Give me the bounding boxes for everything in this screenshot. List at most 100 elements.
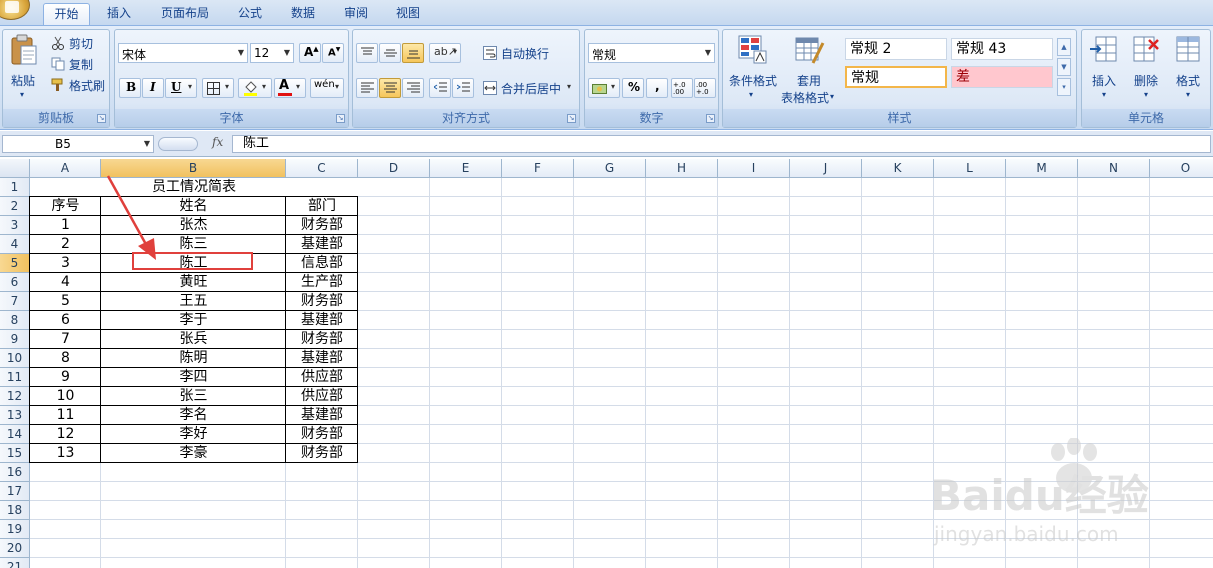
align-top-button[interactable] bbox=[356, 43, 378, 63]
row-header-20[interactable]: 20 bbox=[0, 539, 30, 558]
table-cell[interactable]: 陈明 bbox=[101, 349, 286, 368]
select-all-corner[interactable] bbox=[0, 159, 30, 178]
number-format-select[interactable]: 常规 ▼ bbox=[588, 43, 715, 63]
row-header-1[interactable]: 1 bbox=[0, 178, 30, 197]
table-cell[interactable]: 李四 bbox=[101, 368, 286, 387]
align-right-button[interactable] bbox=[402, 78, 424, 98]
column-header-o[interactable]: O bbox=[1150, 159, 1213, 177]
conditional-format-button[interactable]: 条件格式 ▾ bbox=[726, 32, 780, 106]
delete-cells-button[interactable]: 删除 ▾ bbox=[1128, 32, 1166, 106]
table-cell[interactable]: 11 bbox=[30, 406, 101, 425]
align-middle-button[interactable] bbox=[379, 43, 401, 63]
column-header-a[interactable]: A bbox=[30, 159, 101, 177]
row-header-4[interactable]: 4 bbox=[0, 235, 30, 254]
column-header-e[interactable]: E bbox=[430, 159, 502, 177]
format-cells-button[interactable]: 格式 ▾ bbox=[1170, 32, 1208, 106]
column-header-i[interactable]: I bbox=[718, 159, 790, 177]
table-cell[interactable]: 6 bbox=[30, 311, 101, 330]
table-cell[interactable]: 3 bbox=[30, 254, 101, 273]
insert-cells-button[interactable]: 插入 ▾ bbox=[1086, 32, 1124, 106]
column-header-f[interactable]: F bbox=[502, 159, 574, 177]
name-box[interactable]: B5 ▼ bbox=[2, 135, 154, 153]
table-cell[interactable]: 9 bbox=[30, 368, 101, 387]
wrap-text-button[interactable]: 自动换行 bbox=[481, 43, 571, 63]
italic-button[interactable]: I bbox=[142, 78, 164, 98]
table-cell[interactable]: 供应部 bbox=[286, 368, 358, 387]
row-header-3[interactable]: 3 bbox=[0, 216, 30, 235]
column-header-d[interactable]: D bbox=[358, 159, 430, 177]
table-header-cell[interactable]: 部门 bbox=[286, 197, 358, 216]
tab-data[interactable]: 数据 bbox=[280, 3, 326, 25]
column-header-g[interactable]: G bbox=[574, 159, 646, 177]
merge-center-button[interactable]: 合并后居中 ▾ bbox=[481, 78, 577, 98]
comma-style-button[interactable]: , bbox=[646, 78, 668, 98]
fill-color-button[interactable]: ▾ bbox=[238, 78, 272, 98]
table-cell[interactable]: 1 bbox=[30, 216, 101, 235]
table-cell[interactable]: 信息部 bbox=[286, 254, 358, 273]
table-cell[interactable]: 李豪 bbox=[101, 444, 286, 463]
align-bottom-button[interactable] bbox=[402, 43, 424, 63]
phonetic-button[interactable]: wén ▾ bbox=[310, 78, 344, 98]
column-header-c[interactable]: C bbox=[286, 159, 358, 177]
table-cell[interactable]: 5 bbox=[30, 292, 101, 311]
table-cell[interactable]: 王五 bbox=[101, 292, 286, 311]
format-painter-button[interactable]: 格式刷 bbox=[49, 76, 109, 94]
row-header-9[interactable]: 9 bbox=[0, 330, 30, 349]
row-header-11[interactable]: 11 bbox=[0, 368, 30, 387]
styles-scroll-up-button[interactable]: ▲ bbox=[1057, 38, 1071, 56]
table-cell[interactable]: 李名 bbox=[101, 406, 286, 425]
row-header-13[interactable]: 13 bbox=[0, 406, 30, 425]
cell-style-normal-2[interactable]: 常规 2 bbox=[845, 38, 947, 60]
row-header-2[interactable]: 2 bbox=[0, 197, 30, 216]
accounting-format-button[interactable]: ▾ bbox=[588, 78, 620, 98]
table-cell[interactable]: 李于 bbox=[101, 311, 286, 330]
table-cell[interactable]: 财务部 bbox=[286, 216, 358, 235]
table-cell[interactable]: 张兵 bbox=[101, 330, 286, 349]
paste-button[interactable]: 粘贴 ▾ bbox=[6, 32, 42, 106]
table-header-cell[interactable]: 序号 bbox=[30, 197, 101, 216]
tab-home[interactable]: 开始 bbox=[43, 3, 90, 25]
increase-indent-button[interactable] bbox=[452, 78, 474, 98]
table-cell[interactable]: 黄旺 bbox=[101, 273, 286, 292]
table-cell[interactable]: 财务部 bbox=[286, 425, 358, 444]
table-cell[interactable]: 13 bbox=[30, 444, 101, 463]
grow-font-button[interactable]: A▲ bbox=[299, 43, 321, 63]
align-center-button[interactable] bbox=[379, 78, 401, 98]
dialog-launcher-icon[interactable]: ↘ bbox=[336, 114, 345, 123]
font-size-select[interactable]: 12 ▼ bbox=[250, 43, 294, 63]
row-header-18[interactable]: 18 bbox=[0, 501, 30, 520]
table-cell[interactable]: 财务部 bbox=[286, 444, 358, 463]
tab-view[interactable]: 视图 bbox=[385, 3, 431, 25]
align-left-button[interactable] bbox=[356, 78, 378, 98]
table-cell[interactable]: 生产部 bbox=[286, 273, 358, 292]
increase-decimal-button[interactable]: +.0 .00 bbox=[671, 78, 693, 98]
row-header-12[interactable]: 12 bbox=[0, 387, 30, 406]
cell-style-normal-43[interactable]: 常规 43 bbox=[951, 38, 1053, 60]
column-header-j[interactable]: J bbox=[790, 159, 862, 177]
row-header-5[interactable]: 5 bbox=[0, 254, 30, 273]
table-cell[interactable]: 7 bbox=[30, 330, 101, 349]
table-cell[interactable]: 2 bbox=[30, 235, 101, 254]
table-cell[interactable]: 财务部 bbox=[286, 330, 358, 349]
percent-button[interactable]: % bbox=[622, 78, 644, 98]
underline-button[interactable]: U ▾ bbox=[165, 78, 197, 98]
row-header-6[interactable]: 6 bbox=[0, 273, 30, 292]
cell-style-bad[interactable]: 差 bbox=[951, 66, 1053, 88]
decrease-indent-button[interactable] bbox=[429, 78, 451, 98]
font-name-select[interactable]: 宋体 ▼ bbox=[118, 43, 248, 63]
styles-scroll-down-button[interactable]: ▼ bbox=[1057, 58, 1071, 76]
row-header-14[interactable]: 14 bbox=[0, 425, 30, 444]
column-header-k[interactable]: K bbox=[862, 159, 934, 177]
bold-button[interactable]: B bbox=[119, 78, 141, 98]
table-cell[interactable]: 基建部 bbox=[286, 311, 358, 330]
row-header-7[interactable]: 7 bbox=[0, 292, 30, 311]
formula-input[interactable]: 陈工 bbox=[232, 135, 1211, 153]
row-header-15[interactable]: 15 bbox=[0, 444, 30, 463]
cut-button[interactable]: 剪切 bbox=[49, 34, 105, 52]
row-header-17[interactable]: 17 bbox=[0, 482, 30, 501]
table-cell[interactable]: 10 bbox=[30, 387, 101, 406]
row-header-19[interactable]: 19 bbox=[0, 520, 30, 539]
format-as-table-button[interactable]: 套用 表格格式 ▾ bbox=[781, 32, 839, 106]
borders-button[interactable]: ▾ bbox=[202, 78, 234, 98]
table-cell[interactable]: 张三 bbox=[101, 387, 286, 406]
